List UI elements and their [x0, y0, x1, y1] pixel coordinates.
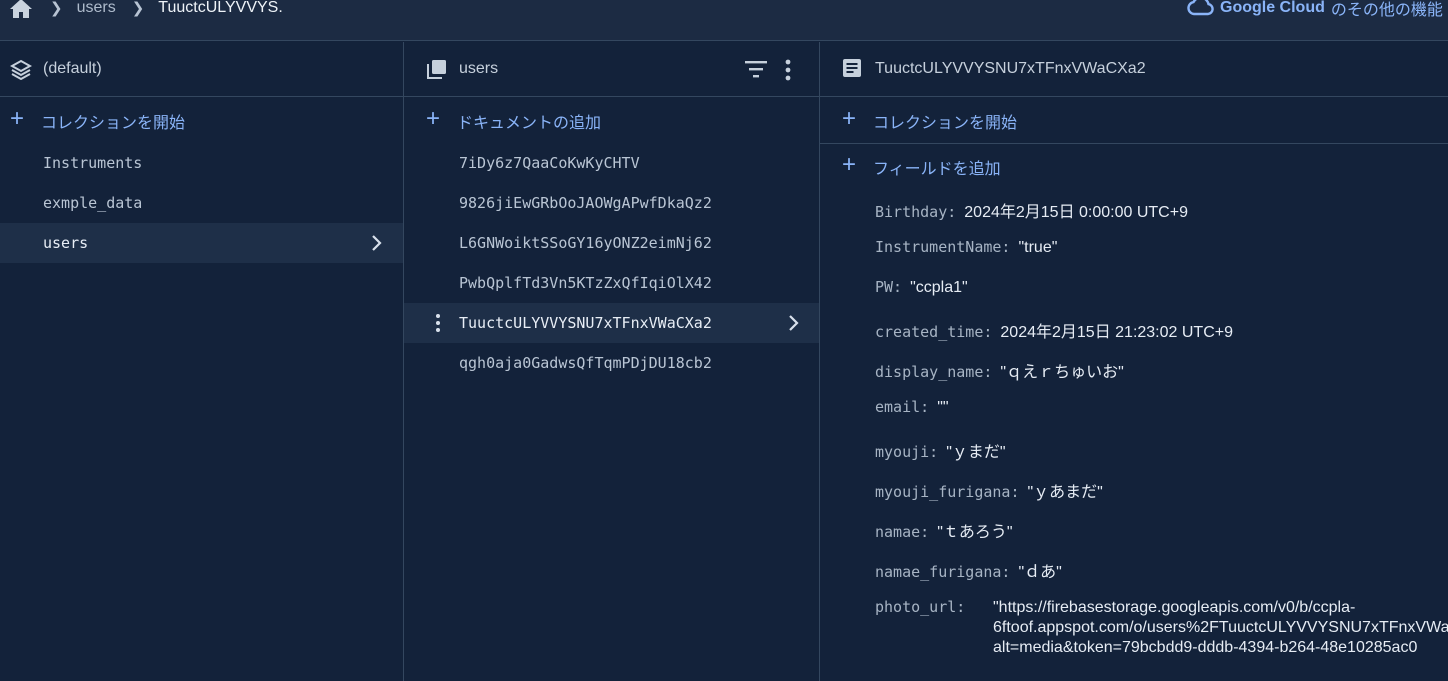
chevron-right-icon: ❯	[131, 0, 145, 17]
field-value: "ccpla1"	[910, 279, 968, 296]
field-row[interactable]: myouji_furigana: "ｙあまだ"	[875, 478, 1103, 502]
breadcrumb-item-document[interactable]: TuuctcULYVVYS.	[158, 0, 283, 17]
document-id: PwbQplfTd3Vn5KTzZxQfIqiOlX42	[459, 274, 712, 292]
chevron-right-icon	[787, 313, 801, 337]
field-row[interactable]: PW: "ccpla1"	[875, 278, 968, 297]
field-row[interactable]: Birthday: 2024年2月15日 0:00:00 UTC+9	[875, 198, 1188, 222]
field-row[interactable]: namae: "ｔあろう"	[875, 518, 1013, 542]
photo-url-line: alt=media&token=79bcbdd9-dddb-4394-b264-…	[993, 639, 1418, 656]
field-key: PW:	[875, 278, 903, 296]
document-column: TuuctcULYVVYSNU7xTFnxVWaCXa2 + コレクションを開始…	[820, 42, 1448, 681]
more-features-label: のその他の機能	[1330, 2, 1443, 19]
filter-icon[interactable]	[744, 59, 768, 84]
field-row[interactable]: created_time: 2024年2月15日 21:23:02 UTC+9	[875, 318, 1233, 342]
field-row[interactable]: myouji: "ｙまだ"	[875, 438, 1006, 462]
photo-url-line: "https://firebasestorage.googleapis.com/…	[993, 599, 1356, 616]
field-row-photo-url[interactable]: photo_url: "https://firebasestorage.goog…	[875, 598, 1448, 668]
layers-icon	[9, 58, 33, 85]
chevron-right-icon	[370, 233, 384, 257]
collection-icon	[426, 58, 448, 85]
collection-item-users[interactable]: users	[0, 223, 403, 263]
top-bar: ❯ users ❯ TuuctcULYVVYS. Google Cloud のそ…	[0, 0, 1448, 41]
chevron-right-icon: ❯	[50, 0, 63, 17]
more-vert-icon[interactable]	[435, 313, 441, 337]
field-value: "true"	[1018, 239, 1058, 256]
field-row[interactable]: display_name: "ｑえｒちゅいお"	[875, 358, 1124, 382]
field-key: namae:	[875, 523, 930, 541]
field-value: "ｙあまだ"	[1027, 484, 1103, 501]
add-field-label: フィールドを追加	[873, 161, 1001, 178]
document-icon	[842, 58, 862, 83]
database-name: (default)	[43, 60, 102, 77]
collection-item-exmple-data[interactable]: exmple_data	[0, 183, 403, 223]
document-id: TuuctcULYVVYSNU7xTFnxVWaCXa2	[459, 314, 712, 332]
document-id: 9826jiEwGRbOoJAOWgAPwfDkaQz2	[459, 194, 712, 212]
start-collection-label: コレクションを開始	[41, 115, 186, 132]
field-row[interactable]: InstrumentName: "true"	[875, 238, 1057, 257]
start-subcollection-button[interactable]: + コレクションを開始	[820, 97, 1448, 144]
field-value: ""	[937, 399, 949, 416]
database-header: (default)	[0, 42, 403, 97]
collection-item-instruments[interactable]: Instruments	[0, 143, 403, 183]
home-icon[interactable]	[8, 0, 34, 19]
document-id: qgh0aja0GadwsQfTqmPDjDU18cb2	[459, 354, 712, 372]
document-header: TuuctcULYVVYSNU7xTFnxVWaCXa2	[820, 42, 1448, 97]
add-document-button[interactable]: + ドキュメントの追加	[404, 97, 819, 141]
field-value: "ｙまだ"	[946, 444, 1006, 461]
field-key: display_name:	[875, 363, 993, 381]
document-id: 7iDy6z7QaaCoKwKyCHTV	[459, 154, 640, 172]
field-key: myouji:	[875, 443, 939, 461]
start-collection-button[interactable]: + コレクションを開始	[0, 97, 403, 141]
field-value: "https://firebasestorage.googleapis.com/…	[993, 598, 1448, 658]
document-item[interactable]: PwbQplfTd3Vn5KTzZxQfIqiOlX42	[404, 263, 819, 303]
photo-url-line: 6ftoof.appspot.com/o/users%2FTuuctcULYVV…	[993, 619, 1448, 636]
document-item[interactable]: 9826jiEwGRbOoJAOWgAPwfDkaQz2	[404, 183, 819, 223]
collection-header: users	[404, 42, 819, 97]
field-key: namae_furigana:	[875, 563, 1011, 581]
field-value: 2024年2月15日 21:23:02 UTC+9	[1000, 324, 1233, 341]
field-value: 2024年2月15日 0:00:00 UTC+9	[964, 204, 1188, 221]
google-cloud-label: Google Cloud	[1220, 0, 1325, 16]
field-key: created_time:	[875, 323, 993, 341]
document-id: L6GNWoiktSSoGY16yONZ2eimNj62	[459, 234, 712, 252]
field-key: Birthday:	[875, 203, 957, 221]
collection-name: users	[459, 60, 499, 77]
collection-column: users + ドキュメントの追加 7iDy6z7QaaCoKwKyCHTV 9…	[404, 42, 820, 681]
plus-icon: +	[842, 105, 857, 132]
add-field-button[interactable]: + フィールドを追加	[820, 143, 1448, 187]
start-subcollection-label: コレクションを開始	[873, 115, 1018, 132]
document-item[interactable]: qgh0aja0GadwsQfTqmPDjDU18cb2	[404, 343, 819, 383]
google-cloud-link[interactable]: Google Cloud のその他の機能	[1186, 0, 1443, 22]
breadcrumb: ❯ users ❯ TuuctcULYVVYS.	[8, 0, 283, 22]
collection-label: exmple_data	[43, 194, 143, 212]
field-value: "ｔあろう"	[937, 524, 1013, 541]
field-key: photo_url:	[875, 598, 966, 616]
field-row[interactable]: namae_furigana: "ｄあ"	[875, 558, 1062, 582]
field-value: "ｄあ"	[1018, 564, 1062, 581]
collection-label: Instruments	[43, 154, 143, 172]
document-item-selected[interactable]: TuuctcULYVVYSNU7xTFnxVWaCXa2	[404, 303, 819, 343]
field-value: "ｑえｒちゅいお"	[1000, 364, 1124, 381]
plus-icon: +	[426, 105, 441, 132]
collection-label: users	[43, 234, 89, 252]
plus-icon: +	[10, 105, 25, 132]
field-key: email:	[875, 398, 930, 416]
field-row[interactable]: email: ""	[875, 398, 949, 417]
document-item[interactable]: 7iDy6z7QaaCoKwKyCHTV	[404, 143, 819, 183]
add-document-label: ドキュメントの追加	[457, 115, 602, 132]
field-key: myouji_furigana:	[875, 483, 1020, 501]
more-vert-icon[interactable]	[784, 58, 792, 87]
breadcrumb-item-users[interactable]: users	[77, 0, 116, 17]
database-column: (default) + コレクションを開始 Instruments exmple…	[0, 42, 404, 681]
cloud-icon	[1186, 0, 1214, 21]
plus-icon: +	[842, 151, 857, 178]
document-title: TuuctcULYVVYSNU7xTFnxVWaCXa2	[875, 60, 1146, 77]
document-item[interactable]: L6GNWoiktSSoGY16yONZ2eimNj62	[404, 223, 819, 263]
field-key: InstrumentName:	[875, 238, 1011, 256]
